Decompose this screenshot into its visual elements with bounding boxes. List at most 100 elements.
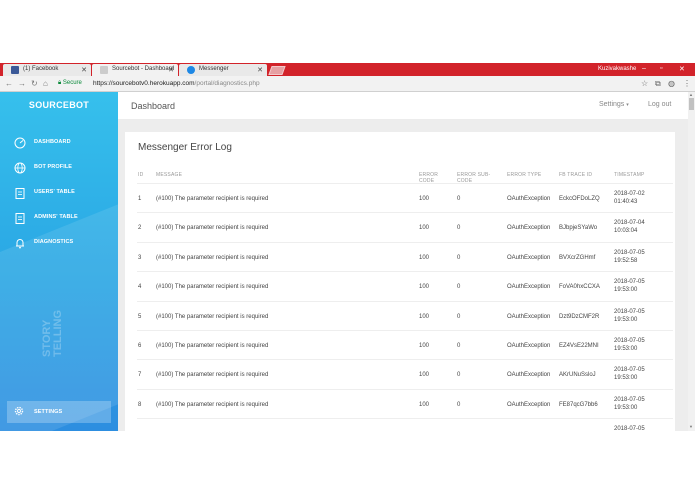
sidebar-item-diagnostics[interactable]: DIAGNOSTICS	[10, 234, 110, 254]
cell-id: 3	[138, 254, 142, 261]
gear-icon	[14, 406, 24, 416]
home-icon[interactable]: ⌂	[43, 79, 48, 88]
caret-down-icon: ▾	[626, 102, 629, 108]
cell-fb-trace-id: EZ4VsE22MNI	[559, 343, 599, 349]
cell-error-subcode: 0	[457, 225, 461, 232]
settings-label: Settings	[599, 101, 625, 108]
maximize-icon[interactable]: ▫	[660, 65, 662, 72]
sidebar-item-settings[interactable]: SETTINGS	[7, 401, 111, 423]
sidebar-item-users-table[interactable]: USERS' TABLE	[10, 184, 110, 204]
reload-icon[interactable]: ↻	[31, 79, 38, 88]
sidebar-item-label: BOT PROFILE	[34, 164, 73, 170]
sidebar-item-admins-table[interactable]: ADMINS' TABLE	[10, 209, 110, 229]
cell-error-subcode: 0	[457, 254, 461, 261]
close-icon[interactable]: ✕	[168, 66, 174, 74]
page-icon	[100, 66, 108, 74]
cell-timestamp: 2018-07-05 19:53:00	[614, 337, 645, 353]
profile-name[interactable]: Kuzivakwashe	[598, 66, 636, 72]
back-icon[interactable]: ←	[5, 79, 13, 88]
logout-link[interactable]: Log out	[648, 101, 671, 108]
url-path: /portal/diagnostics.php	[194, 80, 260, 87]
cell-id: 8	[138, 401, 142, 408]
table-row: 2 (#100) The parameter recipient is requi…	[137, 212, 673, 241]
cell-error-type: OAuthException	[507, 401, 551, 408]
timestamp-date: 2018-07-05	[614, 308, 645, 315]
cell-timestamp: 2018-07-05 19:52:58	[614, 249, 645, 265]
column-header-id: ID	[138, 172, 144, 178]
browser-window: (1) Facebook ✕ Sourcebot - Dashboard ✕ M…	[0, 63, 695, 431]
table-row: 8 (#100) The parameter recipient is requi…	[137, 388, 673, 418]
page-scrollbar[interactable]: ▲ ▼	[688, 92, 695, 431]
forward-icon[interactable]: →	[18, 79, 26, 88]
table-row: 4 (#100) The parameter recipient is requi…	[137, 271, 673, 300]
secure-label: Secure	[62, 80, 82, 86]
url-host: https://sourcebotv0.herokuapp.com	[93, 80, 195, 87]
brand-logo[interactable]: SOURCEBOT	[0, 100, 118, 110]
scrollbar-thumb[interactable]	[689, 98, 694, 110]
cell-timestamp: 2018-07-04 10:03:04	[614, 219, 645, 235]
cell-id: 6	[138, 343, 142, 349]
cell-error-code: 100	[419, 372, 430, 379]
cell-error-subcode: 0	[457, 372, 461, 379]
cell-fb-trace-id: ETSQ7e...	[559, 430, 587, 431]
close-icon[interactable]: ✕	[81, 66, 87, 74]
tab-messenger[interactable]: Messenger ✕	[179, 64, 267, 76]
scroll-up-icon[interactable]: ▲	[689, 92, 693, 97]
menu-icon[interactable]: ⋮	[683, 79, 691, 88]
cell-fb-trace-id: FoVA0hxCCXA	[559, 284, 600, 291]
cell-error-code: 100	[419, 225, 430, 232]
tab-title: (1) Facebook	[23, 66, 59, 72]
timestamp-time: 19:53:00	[614, 287, 638, 294]
cell-timestamp: 2018-07-05 19:53:00	[614, 278, 645, 294]
settings-dropdown[interactable]: Settings ▾	[599, 101, 629, 108]
new-tab-button[interactable]	[268, 66, 286, 75]
tab-facebook[interactable]: (1) Facebook ✕	[3, 64, 91, 76]
cell-error-type: OAuthException	[507, 343, 551, 349]
sidebar-item-bot-profile[interactable]: BOT PROFILE	[10, 159, 110, 179]
clipboard-icon	[15, 213, 25, 224]
address-bar[interactable]: https://sourcebotv0.herokuapp.com/portal…	[93, 80, 260, 87]
tab-strip: (1) Facebook ✕ Sourcebot - Dashboard ✕ M…	[0, 63, 695, 76]
cell-message: (#100) The parameter recipient is requir…	[156, 284, 269, 291]
scroll-down-icon[interactable]: ▼	[689, 424, 693, 429]
timestamp-date: 2018-07-02	[614, 191, 645, 197]
browser-toolbar: ← → ↻ ⌂ 🔒︎ Secure https://sourcebotv0.he…	[0, 76, 695, 92]
cell-error-subcode: 0	[457, 401, 461, 408]
sidebar-item-dashboard[interactable]: DASHBOARD	[10, 134, 110, 154]
cell-error-code: 100	[419, 313, 430, 320]
close-icon[interactable]: ✕	[257, 66, 263, 74]
cell-message: (#100) The parameter recipient is requir…	[156, 430, 268, 431]
cell-message: (#100) The parameter recipient is requir…	[156, 343, 269, 349]
timestamp-date: 2018-07-05	[614, 279, 645, 286]
timestamp-date: 2018-07-05	[614, 338, 645, 344]
cell-message: (#100) The parameter recipient is requir…	[156, 254, 269, 261]
timestamp-date: 2018-07-05	[614, 396, 645, 403]
column-header-fb-trace-id: FB TRACE ID	[559, 172, 593, 178]
minimize-icon[interactable]: –	[642, 65, 646, 72]
cell-timestamp: 2018-07-05 19:53:00	[614, 308, 645, 324]
tab-sourcebot-dashboard[interactable]: Sourcebot - Dashboard ✕	[92, 64, 178, 76]
sidebar-watermark: STORY TELLING	[41, 310, 64, 357]
timestamp-time: 19:53:00	[614, 404, 638, 411]
timestamp-time: 19:53:00	[614, 346, 638, 352]
cell-error-type: OAuthException	[507, 254, 551, 261]
extension-icon[interactable]: ⧉	[655, 79, 661, 89]
cell-id: 2	[138, 225, 142, 232]
cell-fb-trace-id: FE87qcG7bb6	[559, 401, 598, 408]
timestamp-time: 19:53:00	[614, 316, 638, 323]
cell-message: (#100) The parameter recipient is requir…	[156, 372, 269, 379]
cell-timestamp: 2018-07-02 01:40:43	[614, 190, 645, 206]
facebook-icon	[11, 66, 19, 74]
sidebar-item-label: ADMINS' TABLE	[34, 214, 78, 220]
timestamp-date: 2018-07-05	[614, 367, 645, 374]
cell-error-code: 100	[419, 254, 430, 261]
extension-icon[interactable]: ◍	[668, 79, 675, 88]
timestamp-date: 2018-07-05	[614, 426, 645, 431]
table-row: 1 (#100) The parameter recipient is requi…	[137, 183, 673, 212]
cell-fb-trace-id: BJbpjeSYaWo	[559, 225, 598, 232]
sidebar: SOURCEBOT DASHBOARD BOT PROFILE USERS' T…	[0, 92, 118, 431]
star-icon[interactable]: ☆	[641, 79, 648, 88]
close-window-icon[interactable]: ✕	[679, 65, 685, 73]
secure-indicator[interactable]: 🔒︎ Secure	[58, 80, 82, 87]
sidebar-item-label: SETTINGS	[34, 409, 63, 415]
